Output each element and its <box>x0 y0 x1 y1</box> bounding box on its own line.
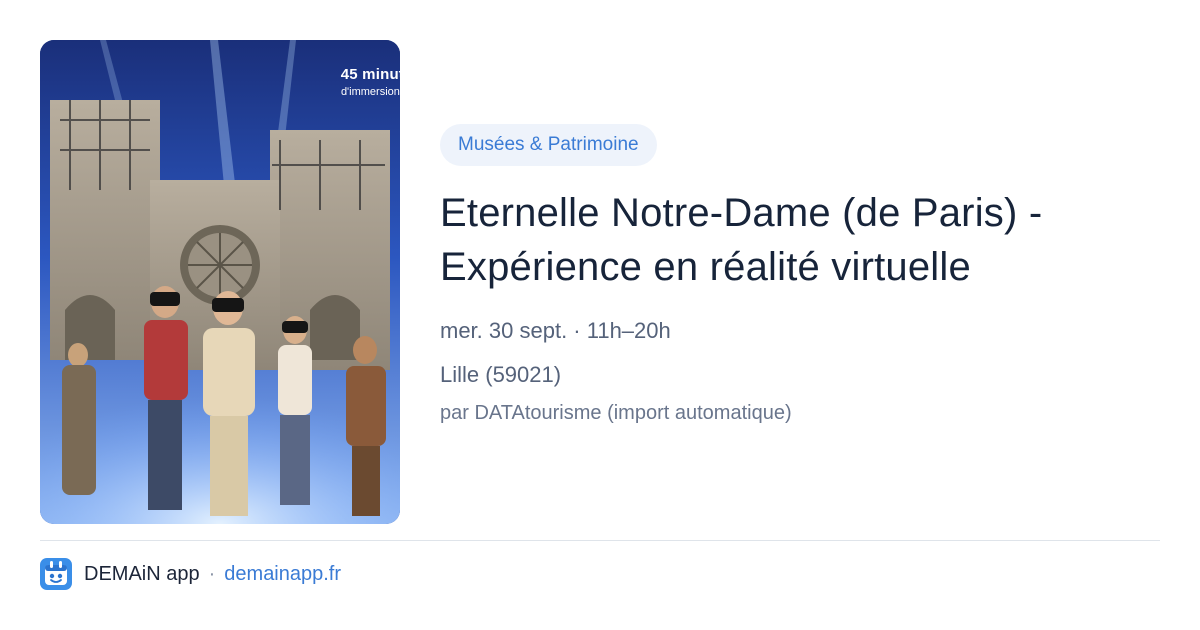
event-title[interactable]: Eternelle Notre-Dame (de Paris) - Expéri… <box>440 186 1160 294</box>
event-poster-image: 45 minut d'immersion t <box>40 40 400 524</box>
event-preview-card[interactable]: 45 minut d'immersion t Musées & Patrimoi… <box>0 0 1200 630</box>
demain-logo-icon <box>40 558 72 590</box>
event-date-time: mer. 30 sept. · 11h–20h <box>440 318 671 343</box>
footer-divider <box>40 540 1160 541</box>
event-location: Lille (59021) <box>440 362 562 387</box>
poster-caption-duration: 45 minut <box>340 66 400 83</box>
app-url-link[interactable]: demainapp.fr <box>224 563 341 586</box>
category-badge[interactable]: Musées & Patrimoine <box>440 124 657 166</box>
event-source: par DATAtourisme (import automatique) <box>440 402 792 424</box>
poster-caption: 45 minut d'immersion t <box>341 66 400 98</box>
poster-caption-subtitle: d'immersion t <box>340 86 400 98</box>
footer-separator: · <box>208 562 216 585</box>
event-info: Musées & Patrimoine Eternelle Notre-Dame… <box>440 124 1160 425</box>
app-name: DEMAiN app <box>84 562 200 585</box>
app-footer: DEMAiN app · demainapp.fr <box>40 556 341 592</box>
